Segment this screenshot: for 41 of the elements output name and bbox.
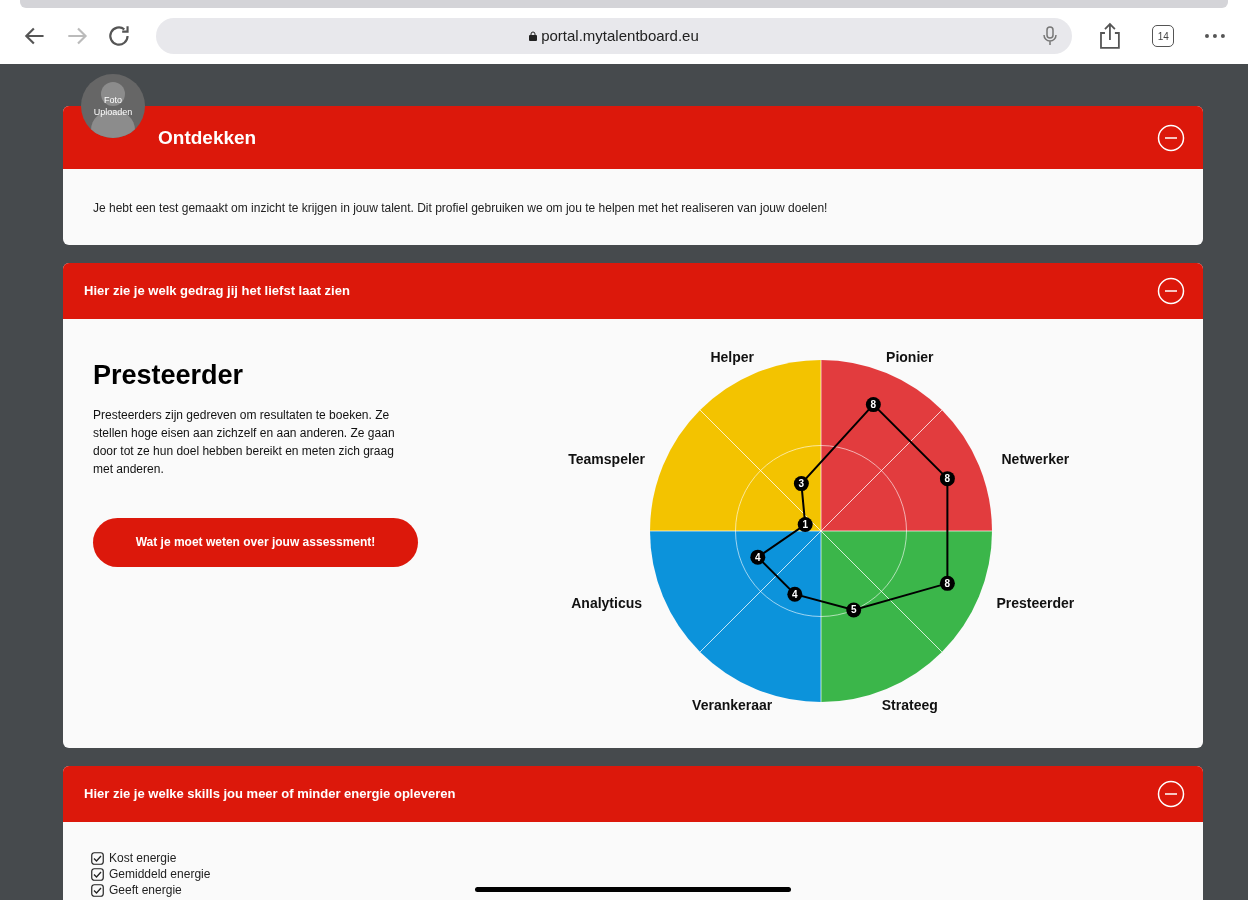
axis-label: Netwerker — [1001, 451, 1070, 468]
axis-label: Verankeraar — [692, 696, 773, 713]
axis-label: Strateeg — [881, 696, 938, 713]
microphone-icon[interactable] — [1042, 26, 1059, 46]
score-marker: 1 — [797, 516, 813, 532]
url-text: portal.mytalentboard.eu — [541, 25, 699, 46]
avatar[interactable]: Foto Uploaden — [81, 74, 145, 138]
score-marker: 4 — [787, 586, 803, 602]
profile-title: Presteerder — [93, 359, 245, 392]
tab-count-button[interactable]: 14 — [1152, 25, 1175, 47]
share-icon[interactable] — [1098, 22, 1123, 50]
checkbox-label: Kost energie — [109, 850, 177, 867]
checkbox[interactable] — [91, 883, 104, 897]
score-marker: 3 — [793, 476, 809, 492]
collapse-icon[interactable] — [1157, 123, 1185, 152]
axis-label: Teamspeler — [568, 451, 646, 468]
more-icon[interactable] — [1204, 33, 1226, 39]
collapse-icon[interactable] — [1157, 780, 1185, 808]
checkbox-label: Geeft energie — [109, 882, 182, 899]
score-marker: 4 — [750, 549, 766, 565]
checkbox[interactable] — [91, 851, 104, 865]
score-marker: 8 — [939, 471, 955, 487]
score-marker: 5 — [846, 602, 862, 618]
axis-label: Analyticus — [571, 594, 643, 611]
intro-text: Je hebt een test gemaakt om inzicht te krijgen in jouw talent. Dit profiel gebruiken we om jou te helpen met het realiseren van jouw doelen! — [93, 200, 829, 217]
collapse-icon[interactable] — [1157, 277, 1185, 305]
address-bar[interactable]: portal.mytalentboard.eu — [155, 18, 1073, 54]
checkbox[interactable] — [91, 867, 104, 881]
card-title: Hier zie je welk gedrag jij het liefst laat zien — [84, 282, 351, 301]
score-marker: 8 — [865, 397, 881, 413]
axis-label: Presteerder — [996, 594, 1075, 611]
profile-description: Presteerders zijn gedreven om resultaten te boeken. Ze stellen hoge eisen aan zichzelf en aan anderen. Ze gaan door tot ze hun doel hebben bereikt en meten zich graag met anderen. — [93, 406, 396, 478]
avatar-label: Foto Uploaden — [92, 94, 134, 118]
score-marker: 8 — [939, 575, 955, 591]
card-title: Hier zie je welke skills jou meer of minder energie opleveren — [84, 785, 457, 804]
assessment-button[interactable]: Wat je moet weten over jouw assessment! — [93, 517, 418, 567]
axis-label: Helper — [710, 349, 754, 366]
axis-label: Pionier — [886, 349, 934, 366]
checkbox-label: Gemiddeld energie — [109, 866, 211, 883]
lock-icon — [529, 31, 538, 41]
card-title: Ontdekken — [158, 126, 258, 151]
